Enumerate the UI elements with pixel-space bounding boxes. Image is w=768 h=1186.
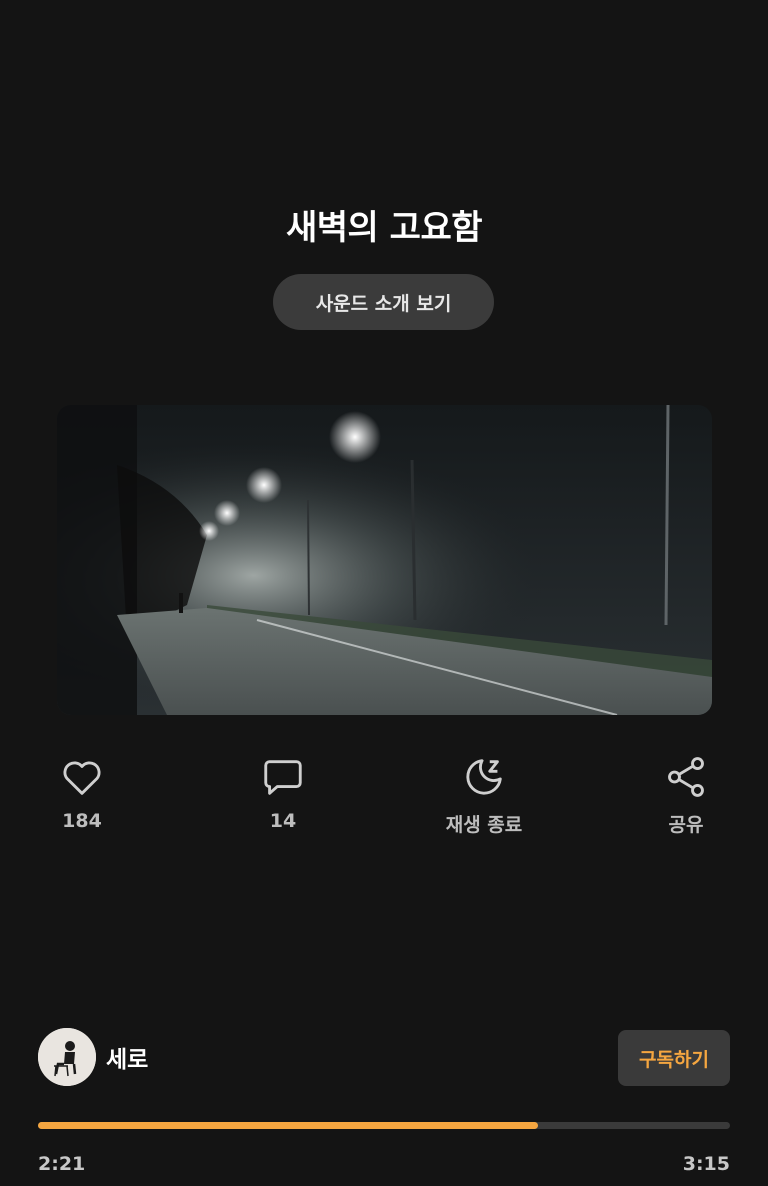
progress-fill bbox=[38, 1122, 539, 1129]
creator-name[interactable]: 세로 bbox=[106, 1040, 148, 1074]
comment-action[interactable]: 14 bbox=[223, 754, 343, 832]
avatar[interactable] bbox=[38, 1028, 96, 1086]
comment-icon[interactable] bbox=[260, 754, 306, 800]
total-duration: 3:15 bbox=[682, 1153, 730, 1175]
subscribe-button[interactable]: 구독하기 bbox=[618, 1030, 730, 1086]
progress-bar[interactable] bbox=[38, 1122, 730, 1129]
share-action[interactable]: 공유 bbox=[626, 754, 746, 837]
sleep-timer-icon[interactable] bbox=[461, 754, 507, 800]
share-label: 공유 bbox=[668, 814, 704, 836]
action-bar: 184 14 재생 종료 공유 bbox=[0, 754, 768, 844]
track-title: 새벽의 고요함 bbox=[285, 208, 483, 248]
elapsed-time: 2:21 bbox=[38, 1153, 86, 1175]
creator-info[interactable]: 세로 bbox=[38, 1027, 148, 1087]
heart-icon[interactable] bbox=[59, 754, 105, 800]
sleep-timer-action[interactable]: 재생 종료 bbox=[424, 754, 544, 837]
like-count: 184 bbox=[62, 810, 102, 832]
sleep-timer-label: 재생 종료 bbox=[445, 814, 523, 836]
like-action[interactable]: 184 bbox=[22, 754, 142, 832]
sound-intro-button[interactable]: 사운드 소개 보기 bbox=[273, 274, 494, 330]
cover-image bbox=[57, 405, 712, 715]
comment-count: 14 bbox=[269, 810, 297, 832]
share-icon[interactable] bbox=[663, 754, 709, 800]
